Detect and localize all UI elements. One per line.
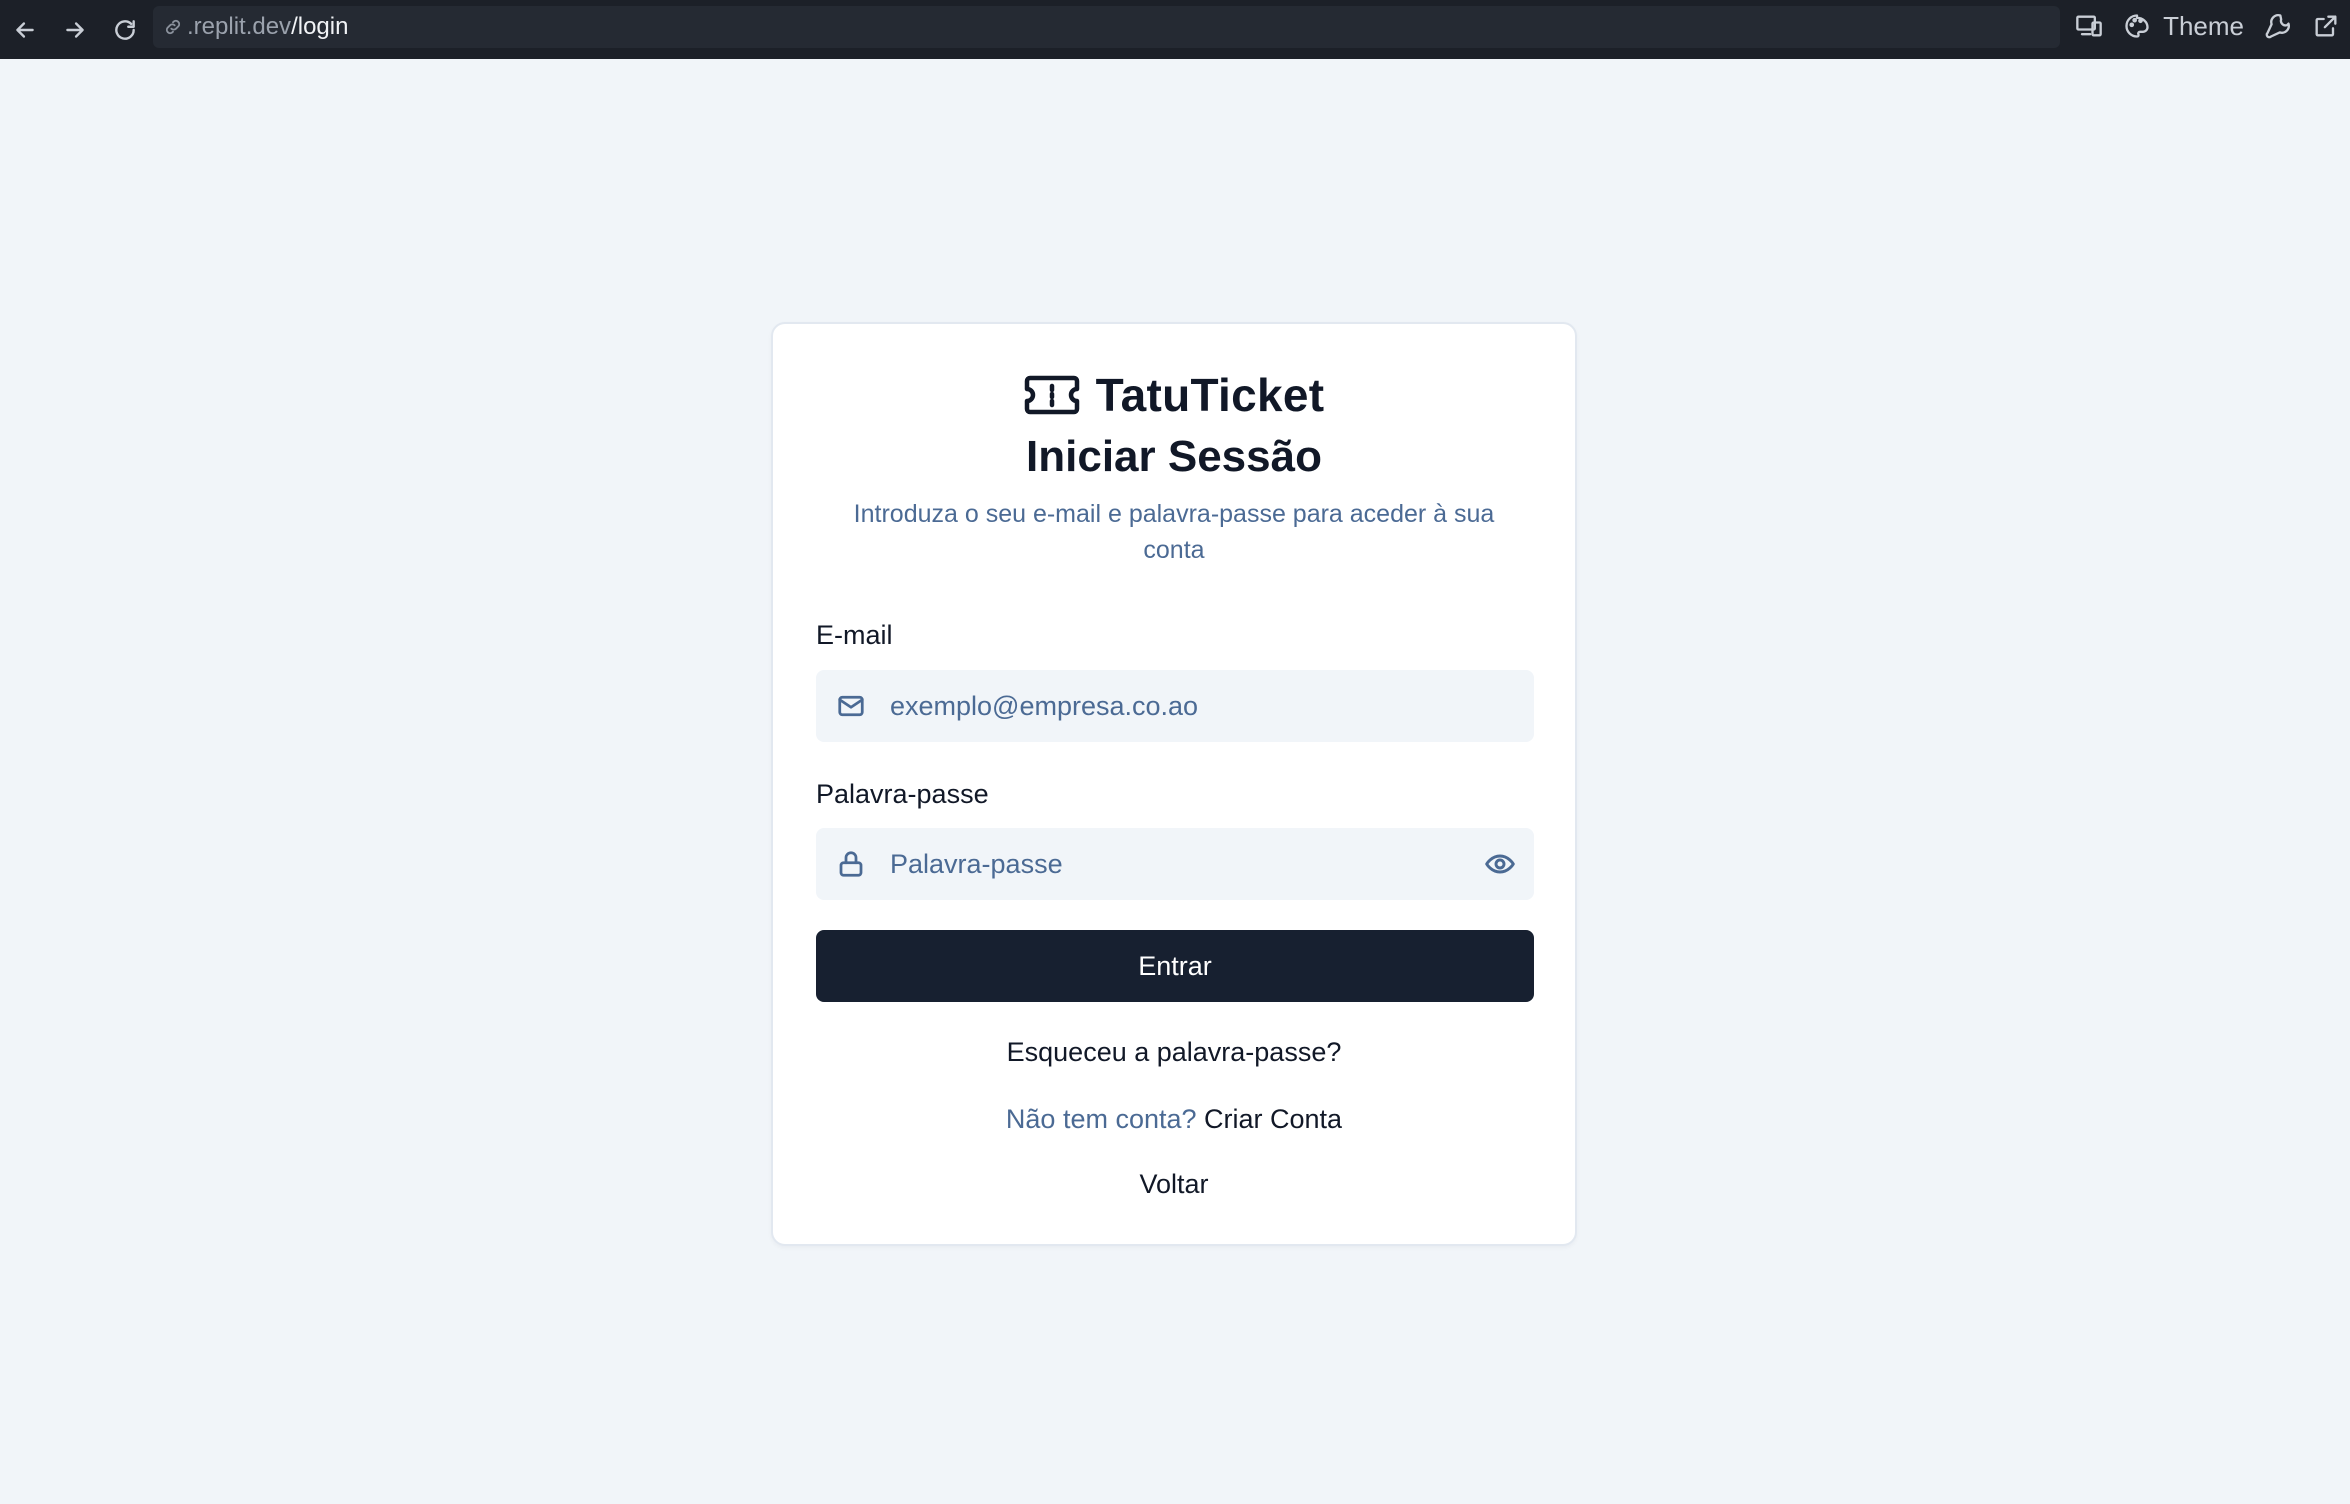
mail-icon	[838, 695, 864, 717]
password-field[interactable]	[816, 828, 1534, 900]
url-path: /login	[291, 13, 349, 40]
link-icon	[165, 19, 181, 35]
email-field[interactable]	[816, 670, 1534, 742]
page-subtitle: Introduza o seu e-mail e palavra-passe p…	[853, 500, 1495, 564]
toolbar-actions: Theme	[2075, 0, 2340, 52]
forward-button[interactable]	[50, 4, 100, 56]
back-arrow-icon	[16, 21, 34, 38]
back-button[interactable]	[0, 4, 50, 56]
reload-button[interactable]	[100, 4, 150, 56]
devices-icon[interactable]	[2075, 12, 2103, 40]
lock-icon	[839, 851, 863, 877]
back-row: Voltar	[773, 1169, 1575, 1200]
password-input[interactable]	[888, 847, 1448, 881]
forgot-password-link[interactable]: Esqueceu a palavra-passe?	[1007, 1037, 1342, 1067]
address-bar[interactable]: .replit.dev/login	[153, 6, 2060, 48]
reload-icon	[115, 19, 135, 40]
forward-arrow-icon	[66, 21, 84, 38]
external-link-icon[interactable]	[2312, 12, 2340, 40]
email-label: E-mail	[816, 620, 893, 650]
theme-button[interactable]: Theme	[2163, 11, 2244, 42]
brand: TatuTicket	[773, 368, 1575, 422]
url-host: .replit.dev	[187, 13, 292, 40]
create-account-link[interactable]: Criar Conta	[1204, 1104, 1342, 1134]
no-account-text: Não tem conta?	[1005, 1104, 1197, 1134]
eye-icon	[1485, 854, 1515, 874]
login-button[interactable]: Entrar	[816, 930, 1534, 1002]
page-title: Iniciar Sessão	[1026, 432, 1322, 481]
signup-row: Não tem conta? Criar Conta	[773, 1104, 1575, 1135]
browser-toolbar: .replit.dev/login Theme	[0, 0, 2350, 59]
password-label: Palavra-passe	[816, 779, 989, 809]
ticket-icon	[1024, 375, 1079, 415]
wrench-icon[interactable]	[2264, 12, 2292, 40]
toggle-password-button[interactable]	[1484, 848, 1516, 880]
back-link[interactable]: Voltar	[1139, 1169, 1208, 1199]
palette-icon[interactable]	[2123, 12, 2151, 40]
email-input[interactable]	[888, 689, 1448, 723]
login-card: TatuTicket Iniciar Sessão Introduza o se…	[771, 322, 1577, 1246]
forgot-password-row: Esqueceu a palavra-passe?	[773, 1037, 1575, 1068]
brand-name: TatuTicket	[1095, 369, 1325, 421]
